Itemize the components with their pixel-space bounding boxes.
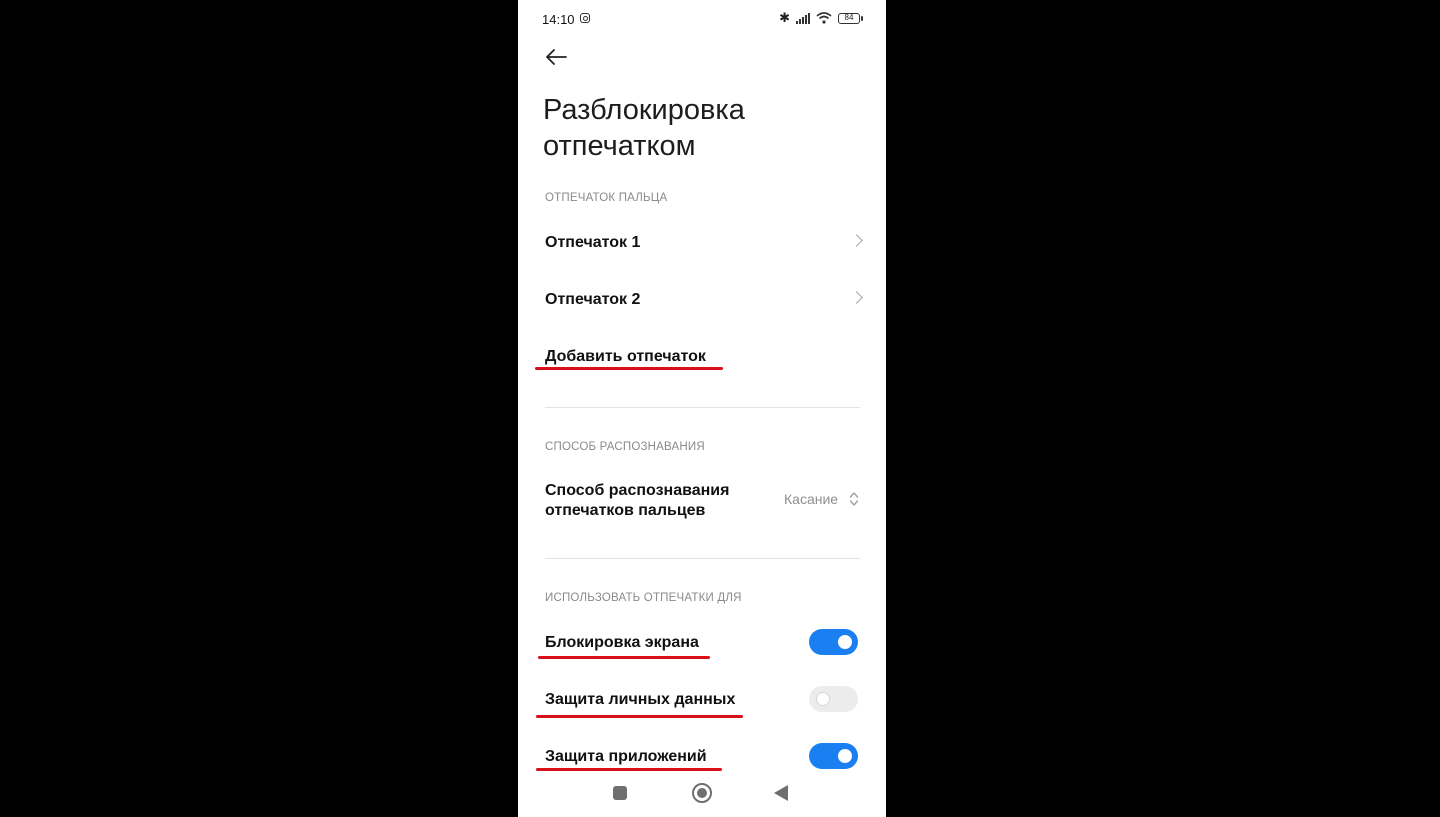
recognition-method-label[interactable]: Способ распознавания отпечатков пальцев — [545, 481, 765, 521]
annotation-underline — [536, 715, 743, 718]
instagram-icon — [580, 13, 590, 23]
wifi-icon — [816, 12, 832, 24]
status-icons: ✱ 84 — [779, 10, 863, 25]
recents-square-icon[interactable] — [613, 786, 627, 800]
navigation-bar — [518, 776, 886, 810]
chevron-right-icon — [850, 291, 863, 304]
toggle-knob — [838, 749, 852, 763]
annotation-underline — [535, 367, 723, 370]
usage-item-label: Блокировка экрана — [545, 634, 699, 651]
chevron-updown-icon[interactable] — [849, 490, 859, 508]
fingerprint-item-label: Отпечаток 1 — [545, 234, 641, 251]
annotation-underline — [536, 768, 722, 771]
divider — [545, 407, 860, 408]
annotation-underline — [538, 656, 710, 659]
section-header-usage: ИСПОЛЬЗОВАТЬ ОТПЕЧАТКИ ДЛЯ — [545, 592, 742, 604]
toggle-knob — [838, 635, 852, 649]
battery-icon: 84 — [838, 12, 863, 24]
fingerprint-item-2[interactable]: Отпечаток 2 — [545, 290, 863, 330]
app-lock-toggle[interactable] — [809, 743, 858, 769]
fingerprint-item-1[interactable]: Отпечаток 1 — [545, 233, 863, 273]
toggle-knob — [816, 692, 830, 706]
recognition-method-value[interactable]: Касание — [784, 491, 838, 507]
back-triangle-icon[interactable] — [774, 785, 788, 801]
section-header-fingerprint: ОТПЕЧАТОК ПАЛЬЦА — [545, 192, 668, 204]
signal-icon — [796, 12, 810, 24]
usage-item-label: Защита личных данных — [545, 691, 736, 708]
privacy-protection-toggle[interactable] — [809, 686, 858, 712]
home-circle-icon[interactable] — [692, 783, 712, 803]
bluetooth-icon: ✱ — [779, 10, 790, 25]
phone-screen: 14:10 ✱ 84 Разблокировка отпечатком ОТПЕ… — [518, 0, 886, 817]
chevron-right-icon — [850, 234, 863, 247]
add-fingerprint-label: Добавить отпечаток — [545, 348, 706, 365]
screen-lock-toggle[interactable] — [809, 629, 858, 655]
section-header-recognition: СПОСОБ РАСПОЗНАВАНИЯ — [545, 441, 705, 453]
back-arrow-icon[interactable] — [544, 47, 568, 67]
usage-item-label: Защита приложений — [545, 748, 707, 765]
divider — [545, 558, 860, 559]
status-time: 14:10 — [542, 12, 575, 27]
status-bar: 14:10 ✱ 84 — [518, 0, 886, 40]
page-title: Разблокировка отпечатком — [543, 94, 745, 162]
fingerprint-item-label: Отпечаток 2 — [545, 291, 641, 308]
